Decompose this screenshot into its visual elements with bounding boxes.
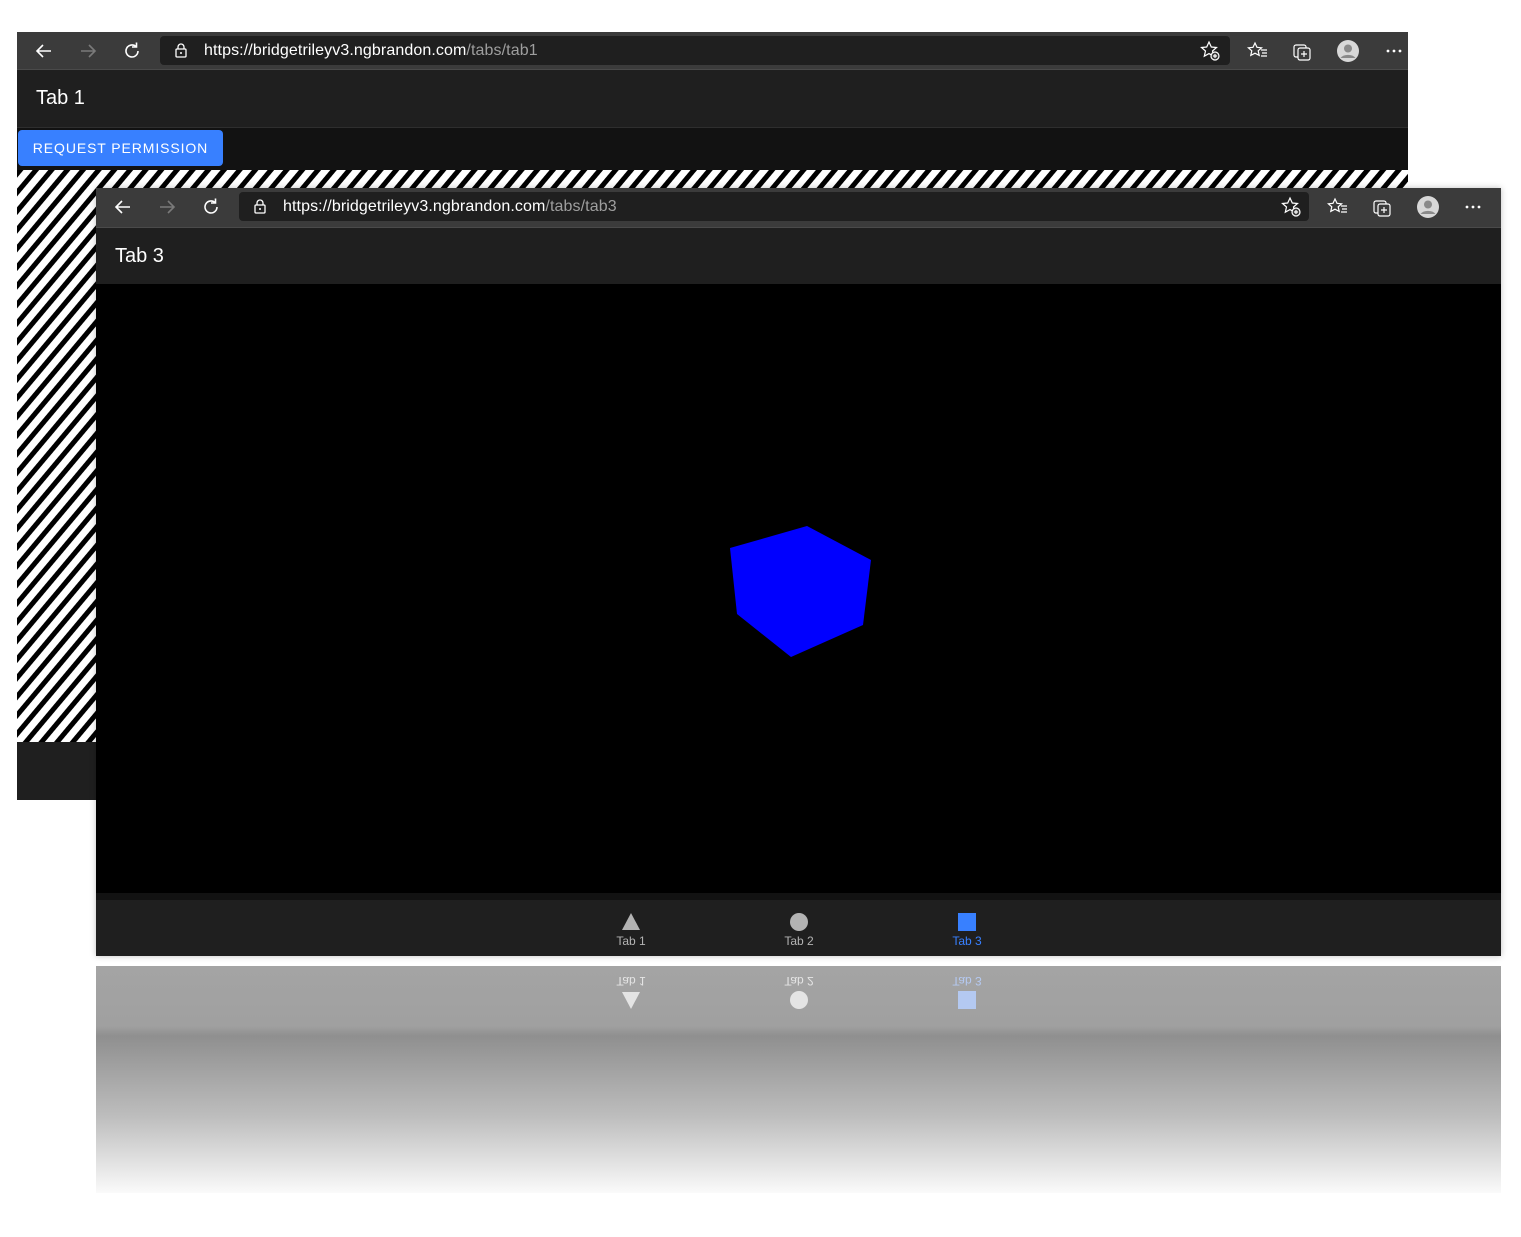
tab-bar: Tab 1 Tab 2 Tab 3 [96,900,1501,956]
tab-button-tab3[interactable]: Tab 3 [922,900,1012,956]
lock-icon [174,42,188,63]
app-header: Tab 3 [96,228,1501,284]
more-menu-icon[interactable] [1382,39,1406,63]
address-bar[interactable]: https://bridgetrileyv3.ngbrandon.com/tab… [160,36,1230,65]
collections-icon[interactable] [1290,39,1314,63]
forward-arrow-icon[interactable] [75,38,101,64]
add-favorite-icon[interactable] [1279,195,1303,219]
browser-toolbar: https://bridgetrileyv3.ngbrandon.com/tab… [17,32,1408,70]
url-text: https://bridgetrileyv3.ngbrandon.com/tab… [283,198,617,215]
tab-label: Tab 2 [784,974,814,988]
address-bar[interactable]: https://bridgetrileyv3.ngbrandon.com/tab… [239,192,1309,221]
reflected-tab-1: Tab 1 [586,966,676,1022]
collections-icon[interactable] [1370,195,1394,219]
circle-icon [790,913,808,931]
circle-icon [790,991,808,1009]
tab-button-tab1[interactable]: Tab 1 [586,900,676,956]
app-header: Tab 1 [17,70,1408,128]
page-title: Tab 3 [115,245,164,267]
tab-label: Tab 3 [952,974,982,988]
window-reflection: Tab 1 Tab 2 Tab 3 [96,966,1501,1193]
tab-label: Tab 1 [616,974,646,988]
triangle-icon [622,992,640,1009]
url-path: /tabs/tab1 [466,42,538,59]
browser-toolbar: https://bridgetrileyv3.ngbrandon.com/tab… [96,188,1501,228]
url-host: https://bridgetrileyv3.ngbrandon.com [283,198,546,215]
url-path: /tabs/tab3 [545,198,617,215]
reflected-tab-2: Tab 2 [754,966,844,1022]
url-host: https://bridgetrileyv3.ngbrandon.com [204,42,467,59]
favorites-icon[interactable] [1326,195,1350,219]
square-icon [958,913,976,931]
profile-avatar-icon[interactable] [1416,195,1440,219]
more-menu-icon[interactable] [1461,195,1485,219]
reflected-tab-3: Tab 3 [922,966,1012,1022]
tab-label: Tab 2 [784,934,814,948]
lock-icon [253,198,267,219]
add-favorite-icon[interactable] [1198,39,1222,63]
favorites-icon[interactable] [1246,39,1270,63]
square-icon [958,991,976,1009]
back-arrow-icon[interactable] [31,38,57,64]
triangle-icon [622,913,640,930]
tab-label: Tab 1 [616,934,646,948]
tab-button-tab2[interactable]: Tab 2 [754,900,844,956]
forward-arrow-icon[interactable] [154,194,180,220]
profile-avatar-icon[interactable] [1336,39,1360,63]
threejs-canvas[interactable] [96,284,1501,893]
request-permission-button[interactable]: REQUEST PERMISSION [18,130,223,166]
refresh-icon[interactable] [198,194,224,220]
refresh-icon[interactable] [119,38,145,64]
url-text: https://bridgetrileyv3.ngbrandon.com/tab… [204,42,538,59]
blue-cube [730,526,871,657]
tab-label: Tab 3 [952,934,982,948]
page-title: Tab 1 [36,87,85,109]
browser-window-tab3: https://bridgetrileyv3.ngbrandon.com/tab… [96,188,1501,956]
back-arrow-icon[interactable] [110,194,136,220]
reflected-tab-bar: Tab 1 Tab 2 Tab 3 [96,966,1501,1022]
